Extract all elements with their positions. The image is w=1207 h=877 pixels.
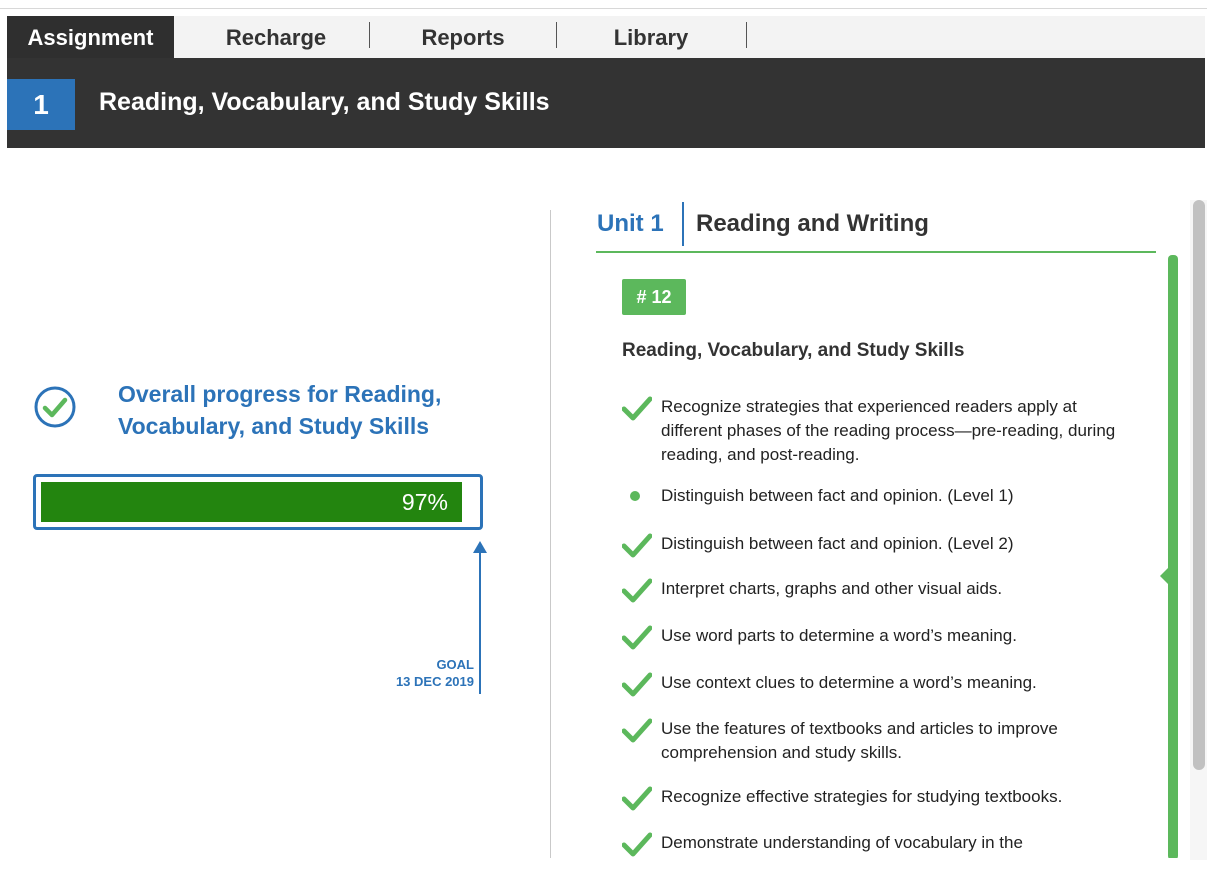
tab-reports[interactable]: Reports [370,16,556,58]
objective-text: Use the features of textbooks and articl… [661,719,1058,762]
checkmark-icon [621,717,653,743]
scrollbar-thumb[interactable] [1193,200,1205,770]
unit-title: Reading and Writing [696,210,929,237]
top-edge [0,0,1207,9]
checkmark-icon [621,532,653,558]
checkmark-icon [621,577,653,603]
timeline-marker [1160,568,1168,584]
checkmark-icon [621,785,653,811]
progress-track: 97% [41,482,475,522]
progress-bar: 97% [33,474,483,530]
check-circle-icon [33,385,77,429]
objective-text: Use word parts to determine a word’s mea… [661,626,1017,645]
objective-text: Use context clues to determine a word’s … [661,673,1037,692]
lesson-header: 1 Reading, Vocabulary, and Study Skills [7,58,1205,148]
tab-library[interactable]: Library [557,16,745,58]
lesson-title: Reading, Vocabulary, and Study Skills [99,88,550,116]
panel-divider [550,210,551,860]
lesson-number-badge: 1 [7,79,75,130]
timeline-bar [1168,255,1178,860]
checkmark-icon [621,671,653,697]
objective-text: Interpret charts, graphs and other visua… [661,579,1003,598]
progress-fill: 97% [41,482,462,522]
objective-text: Recognize effective strategies for study… [661,787,1063,806]
tab-recharge[interactable]: Recharge [187,16,365,58]
progress-percent: 97% [401,489,448,515]
objective-text: Distinguish between fact and opinion. (L… [661,486,1014,505]
lesson-section-title: Reading, Vocabulary, and Study Skills [622,340,965,361]
objective-text: Recognize strategies that experienced re… [661,397,1116,464]
objective-text: Distinguish between fact and opinion. (L… [661,534,1014,553]
tab-separator [746,22,747,48]
objective-text: Demonstrate understanding of vocabulary … [661,833,1023,852]
bottom-edge [0,858,1190,877]
goal-label: GOAL [436,657,474,672]
lesson-badge: # 12 [622,279,686,315]
unit-label: Unit 1 [597,210,664,237]
tab-assignment[interactable]: Assignment [7,16,174,58]
checkmark-icon [621,395,653,421]
unit-underline [596,251,1156,253]
goal-marker: GOAL 13 DEC 2019 [360,656,474,690]
checkmark-icon [621,831,653,857]
goal-date: 13 DEC 2019 [395,674,474,689]
in-progress-dot-icon [622,484,652,510]
checkmark-icon [621,624,653,650]
overall-progress-title: Overall progress for Reading, Vocabulary… [118,381,442,439]
tab-bar: Assignment Recharge Reports Library [7,16,1205,58]
unit-separator [682,202,684,246]
